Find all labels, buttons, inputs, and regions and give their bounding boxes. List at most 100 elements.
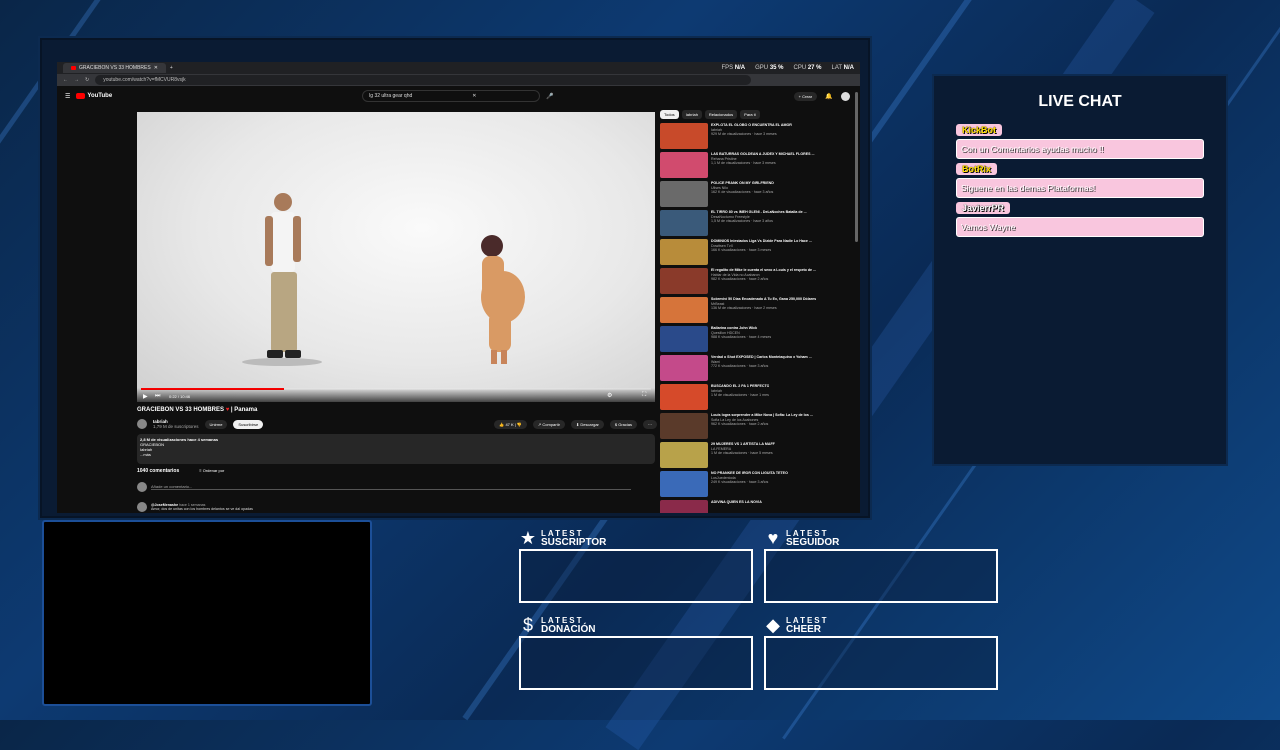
create-button[interactable]: + Crear	[793, 91, 818, 101]
related-video-item[interactable]: 29 MUJERES VS 1 ARTISTA LA MAFF LA FEMERA…	[660, 442, 850, 471]
video-thumbnail[interactable]	[660, 442, 708, 468]
filter-chip[interactable]: Todos	[660, 110, 679, 119]
related-video-item[interactable]: Bailarina contra John Wick Quesillon HDCE…	[660, 326, 850, 355]
new-tab-icon[interactable]: +	[170, 65, 173, 71]
live-chat-panel: LIVE CHAT KickBot Con un Comentarios ayu…	[932, 74, 1228, 466]
commenter-avatar	[137, 502, 147, 512]
related-video-meta: BUSCANDO EL 2 PA 1 PERFECTO Iabriah 1 M de…	[711, 384, 769, 413]
thanks-button[interactable]: $ Gracias	[609, 419, 637, 429]
related-video-item[interactable]: El regalito de Mike le cuenta el sexo a …	[660, 268, 850, 297]
video-thumbnail[interactable]	[660, 471, 708, 497]
video-thumbnail[interactable]	[660, 297, 708, 323]
youtube-header: ☰ YouTube lg 32 ultra gear qhd ✕ 🎤 + Cre…	[57, 86, 860, 106]
video-thumbnail[interactable]	[660, 152, 708, 178]
url-input[interactable]: youtube.com/watch?v=fMCVUR8vsjk	[95, 75, 752, 85]
related-video-item[interactable]: Sobreviví 50 Días Encadenado A Tu Ex, Ga…	[660, 297, 850, 326]
latest-follower-box	[764, 549, 998, 603]
forward-icon[interactable]: →	[74, 77, 79, 83]
scrollbar[interactable]	[855, 92, 858, 242]
join-button[interactable]: Unirme	[204, 419, 228, 429]
chat-text: Vamos Wayne	[956, 217, 1204, 237]
latest-cheer: ◆ LATEST CHEER	[764, 615, 998, 690]
sort-button[interactable]: ≡ Ordenar por	[199, 468, 224, 474]
related-video-meta: 988 K visualizaciones · hace 4 meses	[711, 335, 772, 339]
heart-icon: ♥	[767, 528, 779, 548]
account-avatar[interactable]	[840, 91, 850, 101]
related-video-item[interactable]: ADIVINA QUIEN ES LA NOVIA	[660, 500, 850, 513]
filter-chips: Todos Iabriah Relacionados Para ti	[660, 110, 850, 119]
related-video-title: 29 MUJERES VS 1 ARTISTA LA MAFF	[711, 442, 775, 446]
related-video-title: EXPLOTA EL GLOBO O ENCUENTRA EL AMOR	[711, 123, 792, 127]
video-thumbnail[interactable]	[660, 500, 708, 513]
related-video-item[interactable]: EL TIRRO 80 vs IMEH GLENI - DeLaNoches B…	[660, 210, 850, 239]
filter-chip[interactable]: Iabriah	[681, 110, 702, 119]
fullscreen-icon[interactable]: ⛶	[642, 392, 646, 399]
related-video-item[interactable]: EXPLOTA EL GLOBO O ENCUENTRA EL AMOR Iabr…	[660, 123, 850, 152]
related-video-item[interactable]: DOMINIOS Iniestados Liga Vs Dizide Para …	[660, 239, 850, 268]
related-video-meta: LAS BATURRAS GOLDEAN A JUDEX Y MICHAEL F…	[711, 152, 815, 181]
filter-chip[interactable]: Para ti	[740, 110, 760, 119]
video-thumbnail[interactable]	[660, 384, 708, 410]
related-video-meta: Verdad o Shot EXPOSED | Carlos Monteiaqu…	[711, 355, 812, 384]
reload-icon[interactable]: ↻	[85, 77, 89, 83]
filter-chip[interactable]: Relacionados	[704, 110, 738, 119]
microphone-icon[interactable]: 🎤	[546, 93, 553, 100]
related-video-meta: 1 M de visualizaciones · hace 5 meses	[711, 451, 773, 455]
latest-subscriber: ★ LATEST SUSCRIPTOR	[519, 528, 753, 603]
related-video-title: Verdad o Shot EXPOSED | Carlos Monteiaqu…	[711, 355, 812, 359]
related-video-item[interactable]: BUSCANDO EL 2 PA 1 PERFECTO Iabriah 1 M de…	[660, 384, 850, 413]
back-icon[interactable]: ←	[63, 77, 68, 83]
clear-search-icon[interactable]: ✕	[472, 93, 476, 99]
like-button[interactable]: 👍 47 K | 👎	[494, 419, 527, 429]
related-video-meta: POLICE PRANK ON MY GIRLFRIEND Ulises Nilo…	[711, 181, 774, 210]
related-video-title: NO PRANKEE DE IROR CON LIGUITA TETEO	[711, 471, 788, 475]
share-button[interactable]: ↗ Compartir	[532, 419, 565, 429]
more-options-icon[interactable]: ⋯	[643, 419, 657, 429]
tab-bar: GRACIEBON VS 33 HOMBRES ✕ + FPS N/A GPU …	[57, 62, 860, 74]
channel-avatar[interactable]	[137, 419, 147, 429]
related-video-meta: Sobreviví 50 Días Encadenado A Tu Ex, Ga…	[711, 297, 816, 326]
download-button[interactable]: ⬇ Descargar	[570, 419, 604, 429]
tab-title: GRACIEBON VS 33 HOMBRES	[79, 65, 151, 71]
related-video-meta: 1 M de visualizaciones · hace 1 mes	[711, 393, 769, 397]
related-video-meta: DOMINIOS Iniestados Liga Vs Dizide Para …	[711, 239, 812, 268]
latest-donation: $ LATEST DONACIÓN	[519, 615, 753, 690]
related-video-meta: 136 M de visualizaciones · hace 2 meses	[711, 306, 777, 310]
show-more-link[interactable]: ...más	[140, 452, 151, 457]
performance-stats: FPS N/A GPU 35 % CPU 27 % LAT N/A	[721, 65, 854, 71]
video-frame	[242, 193, 525, 366]
related-video-item[interactable]: Louis logra sorprender a Mike Nova | Sof…	[660, 413, 850, 442]
related-video-title: El regalito de Mike le cuenta el sexo a …	[711, 268, 817, 272]
next-icon[interactable]: ⏭	[155, 393, 160, 400]
close-icon[interactable]: ✕	[154, 65, 158, 71]
menu-icon[interactable]: ☰	[65, 93, 70, 100]
comments-header: 1040 comentarios ≡ Ordenar por	[137, 468, 224, 474]
video-player[interactable]: ▶ ⏭ 0:22 / 10:46 ⚙ ⛶	[137, 112, 655, 402]
chat-username: BotRix	[956, 163, 997, 175]
video-thumbnail[interactable]	[660, 181, 708, 207]
browser-tab[interactable]: GRACIEBON VS 33 HOMBRES ✕	[63, 63, 166, 73]
related-video-item[interactable]: Verdad o Shot EXPOSED | Carlos Monteiaqu…	[660, 355, 850, 384]
related-video-title: BUSCANDO EL 2 PA 1 PERFECTO	[711, 384, 770, 388]
play-icon[interactable]: ▶	[143, 393, 148, 400]
search-input[interactable]: lg 32 ultra gear qhd ✕	[362, 90, 541, 102]
video-thumbnail[interactable]	[660, 210, 708, 236]
notifications-icon[interactable]: 🔔	[825, 93, 832, 100]
settings-icon[interactable]: ⚙	[607, 392, 612, 399]
video-thumbnail[interactable]	[660, 355, 708, 381]
subscribe-button[interactable]: Suscribirse	[233, 419, 264, 429]
video-thumbnail[interactable]	[660, 326, 708, 352]
video-thumbnail[interactable]	[660, 413, 708, 439]
video-thumbnail[interactable]	[660, 123, 708, 149]
video-controls: ▶ ⏭ 0:22 / 10:46 ⚙ ⛶	[137, 388, 655, 402]
chat-username: JavierrPR	[956, 202, 1011, 214]
video-thumbnail[interactable]	[660, 268, 708, 294]
video-description[interactable]: 2,8 M de visualizaciones hace 4 semanas …	[137, 434, 655, 464]
youtube-logo[interactable]: YouTube	[76, 93, 112, 99]
related-video-item[interactable]: LAS BATURRAS GOLDEAN A JUDEX Y MICHAEL F…	[660, 152, 850, 181]
related-video-meta: NO PRANKEE DE IROR CON LIGUITA TETEO LosJ…	[711, 471, 788, 500]
comment-input[interactable]: Añade un comentario...	[151, 484, 631, 490]
video-thumbnail[interactable]	[660, 239, 708, 265]
related-video-item[interactable]: NO PRANKEE DE IROR CON LIGUITA TETEO LosJ…	[660, 471, 850, 500]
related-video-item[interactable]: POLICE PRANK ON MY GIRLFRIEND Ulises Nilo…	[660, 181, 850, 210]
